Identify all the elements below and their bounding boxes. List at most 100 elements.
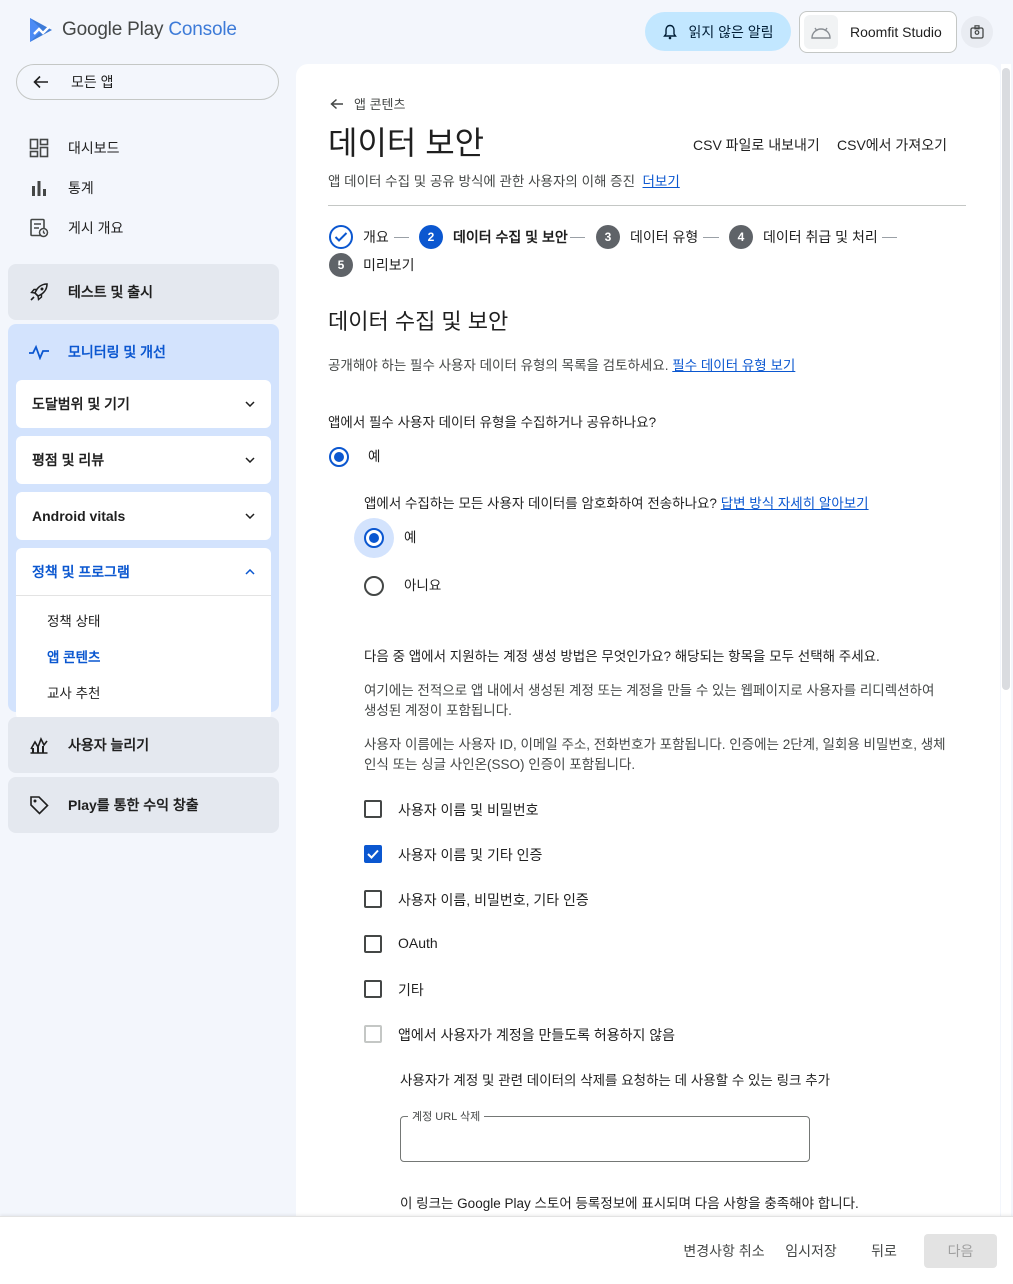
dashboard-icon xyxy=(28,137,50,159)
logo-text-console: Console xyxy=(168,19,237,40)
logo-text-google-play: Google Play xyxy=(62,19,164,40)
help-line: 사용자 이름에는 사용자 ID, 이메일 주소, 전화번호가 포함됩니다. 인증… xyxy=(364,737,946,752)
account-button[interactable] xyxy=(961,16,993,48)
discard-changes-button[interactable]: 변경사항 취소 xyxy=(676,1234,772,1268)
sidebar-item-publishing-overview[interactable]: 게시 개요 xyxy=(28,217,123,239)
sidebar-section-reach-devices[interactable]: 도달범위 및 기기 xyxy=(16,380,271,428)
step-connector xyxy=(570,237,585,238)
step-data-handling[interactable]: 4 데이터 취급 및 처리 xyxy=(729,225,878,249)
next-button[interactable]: 다음 xyxy=(924,1234,997,1268)
sidebar-link-app-content[interactable]: 앱 콘텐츠 xyxy=(16,638,271,674)
import-csv-button[interactable]: CSV에서 가져오기 xyxy=(837,135,947,155)
all-apps-button[interactable]: 모든 앱 xyxy=(16,64,279,100)
step-preview[interactable]: 5 미리보기 xyxy=(329,253,415,277)
publishing-overview-icon xyxy=(28,217,50,239)
notifications-label: 읽지 않은 알림 xyxy=(688,23,774,40)
chevron-down-icon xyxy=(245,513,255,519)
learn-more-link[interactable]: 더보기 xyxy=(643,174,680,189)
step-label: 데이터 수집 및 보안 xyxy=(453,229,568,245)
sidebar-group-monetize[interactable]: Play를 통한 수익 창출 xyxy=(8,777,279,833)
grow-users-icon xyxy=(28,735,50,755)
q2-yes-label: 예 xyxy=(404,530,417,545)
footer-action-bar: 변경사항 취소 임시저장 뒤로 다음 xyxy=(0,1216,1013,1284)
option-label: 사용자 이름 및 비밀번호 xyxy=(398,802,539,818)
delete-account-url-label: 계정 URL 삭제 xyxy=(408,1108,485,1124)
play-console-logo-icon xyxy=(30,18,52,42)
required-data-types-link[interactable]: 필수 데이터 유형 보기 xyxy=(672,358,795,373)
option-label: OAuth xyxy=(398,935,438,951)
unread-notifications-button[interactable]: 읽지 않은 알림 xyxy=(645,12,791,51)
option-label: 기타 xyxy=(398,982,424,998)
sidebar-item-dashboard[interactable]: 대시보드 xyxy=(28,137,120,159)
step-label: 데이터 취급 및 처리 xyxy=(763,229,878,245)
sidebar-group-grow-users[interactable]: 사용자 늘리기 xyxy=(8,717,279,773)
help-line: 인식 또는 싱글 사인온(SSO) 인증이 포함됩니다. xyxy=(364,757,636,772)
main-content: 앱 콘텐츠 데이터 보안 CSV 파일로 내보내기 CSV에서 가져오기 앱 데… xyxy=(296,64,1000,1216)
q2-no-label: 아니요 xyxy=(404,578,442,593)
intro-text: 공개해야 하는 필수 사용자 데이터 유형의 목록을 검토하세요. xyxy=(328,358,669,373)
sidebar-item-label: 통계 xyxy=(68,180,94,196)
scrollbar[interactable] xyxy=(1001,64,1011,1216)
question-account-creation: 다음 중 앱에서 지원하는 계정 생성 방법은 무엇인가요? 해당되는 항목을 … xyxy=(364,649,880,664)
q2-yes-radio[interactable] xyxy=(364,528,384,548)
section-label: 도달범위 및 기기 xyxy=(32,396,130,412)
sidebar-item-label: Play를 통한 수익 창출 xyxy=(68,797,199,813)
back-button[interactable]: 뒤로 xyxy=(858,1234,910,1268)
save-draft-button[interactable]: 임시저장 xyxy=(779,1234,843,1268)
help-line: 생성된 계정이 포함됩니다. xyxy=(364,703,512,718)
step-label: 개요 xyxy=(363,229,389,245)
bar-chart-icon xyxy=(28,177,50,199)
page-title: 데이터 보안 xyxy=(328,125,485,161)
step-label: 미리보기 xyxy=(363,257,415,273)
developer-account-switcher[interactable]: Roomfit Studio xyxy=(799,11,957,53)
sidebar-link-policy-status[interactable]: 정책 상태 xyxy=(16,602,271,638)
step-data-types[interactable]: 3 데이터 유형 xyxy=(596,225,698,249)
scrollbar-thumb[interactable] xyxy=(1002,68,1010,690)
sidebar-section-android-vitals[interactable]: Android vitals xyxy=(16,492,271,540)
option-no-accounts-checkbox[interactable] xyxy=(364,1025,382,1043)
breadcrumb-label: 앱 콘텐츠 xyxy=(354,97,406,112)
sidebar-group-test-release[interactable]: 테스트 및 출시 xyxy=(8,264,279,320)
chevron-up-icon xyxy=(245,568,255,575)
q2-no-radio[interactable] xyxy=(364,576,384,596)
account-help-text-2: 사용자 이름에는 사용자 ID, 이메일 주소, 전화번호가 포함됩니다. 인증… xyxy=(364,735,946,775)
option-other-checkbox[interactable] xyxy=(364,980,382,998)
sidebar-section-ratings-reviews[interactable]: 평점 및 리뷰 xyxy=(16,436,271,484)
step-number: 4 xyxy=(729,225,753,249)
option-oauth-checkbox[interactable] xyxy=(364,935,382,953)
question-collect-share: 앱에서 필수 사용자 데이터 유형을 수집하거나 공유하나요? xyxy=(328,415,657,430)
option-label: 사용자 이름 및 기타 인증 xyxy=(398,847,543,863)
option-username-password-other-checkbox[interactable] xyxy=(364,890,382,908)
step-connector xyxy=(882,237,897,238)
account-badge-icon xyxy=(970,25,984,39)
chevron-down-icon xyxy=(245,457,255,463)
policy-programs-toggle[interactable]: 정책 및 프로그램 xyxy=(16,548,271,596)
option-username-other-auth-checkbox[interactable] xyxy=(364,845,382,863)
sidebar-item-monitor-improve[interactable]: 모니터링 및 개선 xyxy=(8,324,279,380)
help-line: 여기에는 전적으로 앱 내에서 생성된 계정 또는 계정을 만들 수 있는 웹페… xyxy=(364,683,935,698)
vitals-pulse-icon xyxy=(28,344,50,360)
step-number: 5 xyxy=(329,253,353,277)
section-intro: 공개해야 하는 필수 사용자 데이터 유형의 목록을 검토하세요. 필수 데이터… xyxy=(328,356,795,376)
sidebar-item-label: 모니터링 및 개선 xyxy=(68,344,166,360)
q2-text: 앱에서 수집하는 모든 사용자 데이터를 암호화하여 전송하나요? xyxy=(364,496,717,511)
tag-icon xyxy=(28,795,50,815)
sidebar-item-label: 테스트 및 출시 xyxy=(68,284,154,300)
sidebar-link-teacher-approved[interactable]: 교사 추천 xyxy=(16,674,271,710)
q1-yes-radio[interactable] xyxy=(329,447,349,467)
sidebar-item-statistics[interactable]: 통계 xyxy=(28,177,94,199)
sidebar-section-policy-programs: 정책 및 프로그램 정책 상태 앱 콘텐츠 교사 추천 xyxy=(16,548,271,720)
step-overview[interactable]: 개요 xyxy=(329,225,389,249)
step-connector xyxy=(703,237,719,238)
chevron-down-icon xyxy=(245,401,255,407)
arrow-back-icon xyxy=(330,98,343,109)
breadcrumb[interactable]: 앱 콘텐츠 xyxy=(330,94,405,113)
option-username-password-checkbox[interactable] xyxy=(364,800,382,818)
play-console-logo[interactable]: Google Play Console xyxy=(28,16,237,44)
export-csv-button[interactable]: CSV 파일로 내보내기 xyxy=(693,135,820,155)
step-collection-security[interactable]: 2 데이터 수집 및 보안 xyxy=(419,225,568,249)
store-listing-note: 이 링크는 Google Play 스토어 등록정보에 표시되며 다음 사항을 … xyxy=(400,1196,859,1211)
top-bar: Google Play Console 읽지 않은 알림 Roomfit Stu… xyxy=(0,0,1013,64)
android-avatar-icon xyxy=(804,15,838,49)
answer-help-link[interactable]: 답변 방식 자세히 알아보기 xyxy=(721,496,869,511)
